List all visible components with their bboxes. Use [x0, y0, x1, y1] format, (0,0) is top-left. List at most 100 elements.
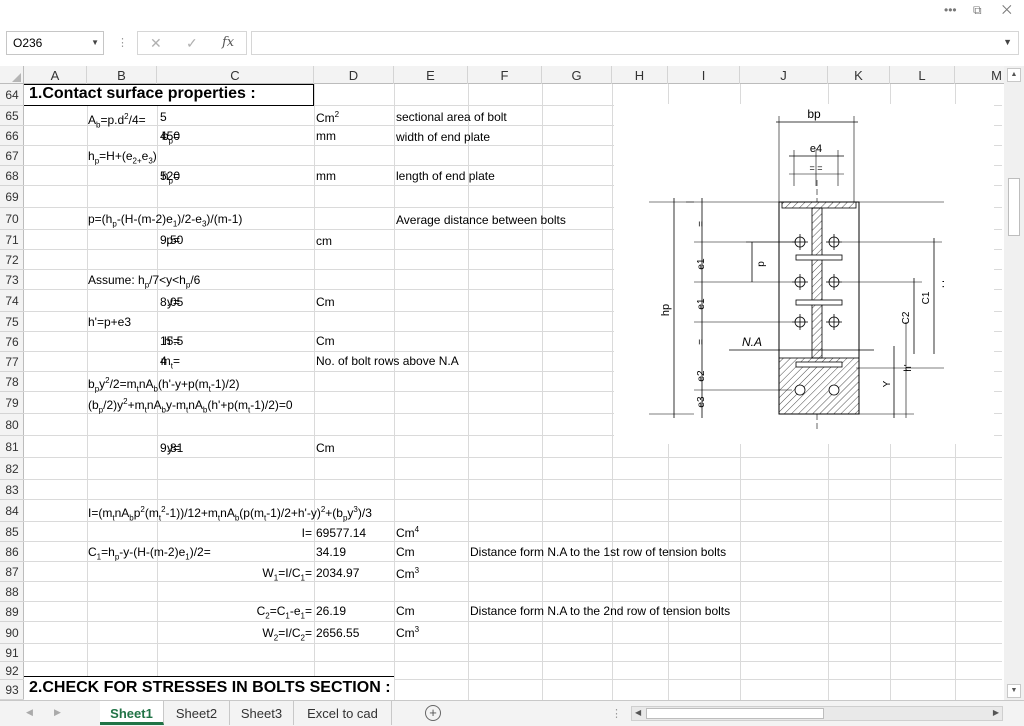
- eq-label: =: [696, 221, 707, 227]
- unit-label: Cm3: [396, 566, 420, 581]
- sheet-tab-bar: ◀ ▶ Sheet1 Sheet2 Sheet3 Excel to cad + …: [0, 700, 1024, 726]
- column-headers: A B C D E F G H I J K L M: [0, 66, 1004, 84]
- insert-function-icon[interactable]: fx: [222, 35, 234, 50]
- vertical-scrollbar[interactable]: ▲ ▼: [1004, 66, 1024, 700]
- tab-sheet3[interactable]: Sheet3: [230, 701, 294, 725]
- cell-value: 9.81: [160, 441, 184, 455]
- description: No. of bolt rows above N.A: [316, 354, 459, 368]
- row-header[interactable]: 76: [0, 332, 24, 352]
- cell-value: 9.50: [160, 233, 184, 247]
- unit-label: Cm3: [396, 625, 420, 640]
- next-sheet-icon[interactable]: ▶: [54, 707, 61, 718]
- tab-split-handle-icon[interactable]: ⋮: [611, 707, 622, 720]
- description: Distance form N.A to the 1st row of tens…: [470, 545, 727, 559]
- name-box-value: O236: [13, 36, 43, 50]
- description: Distance form N.A to the 2nd row of tens…: [470, 604, 731, 618]
- cell-grid[interactable]: 1.Contact surface properties : Ab=p.d2/4…: [24, 84, 1002, 700]
- restore-icon[interactable]: ⧉: [973, 3, 982, 18]
- tab-sheet2[interactable]: Sheet2: [164, 701, 230, 725]
- row-header[interactable]: 91: [0, 644, 24, 662]
- row-header[interactable]: 79: [0, 392, 24, 414]
- row-header[interactable]: 92: [0, 662, 24, 680]
- name-box[interactable]: O236 ▼: [6, 31, 104, 55]
- column-header-k[interactable]: K: [828, 66, 890, 84]
- row-header[interactable]: 67: [0, 146, 24, 166]
- row-header[interactable]: 72: [0, 250, 24, 270]
- prev-sheet-icon[interactable]: ◀: [26, 707, 33, 718]
- hp-label: hp: [660, 304, 672, 316]
- add-sheet-icon[interactable]: +: [425, 705, 441, 721]
- na-label: N.A: [742, 335, 762, 349]
- cancel-icon[interactable]: ✕: [150, 35, 162, 52]
- row-header[interactable]: 71: [0, 230, 24, 250]
- formula-label: hp=H+(e2+e3): [88, 149, 157, 166]
- row-header[interactable]: 82: [0, 458, 24, 480]
- column-header-c[interactable]: C: [157, 66, 314, 84]
- horizontal-scrollbar[interactable]: ◀ ▶: [631, 706, 1003, 721]
- column-header-a[interactable]: A: [24, 66, 87, 84]
- row-header[interactable]: 80: [0, 414, 24, 436]
- column-header-m[interactable]: M: [955, 66, 1004, 84]
- select-all-button[interactable]: [0, 66, 24, 84]
- row-header[interactable]: 66: [0, 126, 24, 146]
- row-header[interactable]: 77: [0, 352, 24, 372]
- row-header[interactable]: 83: [0, 480, 24, 500]
- column-header-b[interactable]: B: [87, 66, 157, 84]
- column-header-d[interactable]: D: [314, 66, 394, 84]
- p-label: p: [756, 261, 767, 267]
- formula-label: h'=p+e3: [88, 315, 132, 329]
- description: length of end plate: [396, 169, 495, 183]
- row-header[interactable]: 75: [0, 312, 24, 332]
- more-options-icon[interactable]: •••: [944, 3, 957, 17]
- row-header[interactable]: 70: [0, 208, 24, 230]
- row-header[interactable]: 73: [0, 270, 24, 290]
- column-header-l[interactable]: L: [890, 66, 955, 84]
- unit-label: Cm4: [396, 525, 420, 540]
- row-header[interactable]: 81: [0, 436, 24, 458]
- tab-excel-to-cad[interactable]: Excel to cad: [294, 701, 392, 725]
- row-header[interactable]: 87: [0, 562, 24, 582]
- scroll-left-icon[interactable]: ◀: [635, 708, 641, 717]
- unit-label: Cm: [316, 295, 335, 309]
- tab-sheet1[interactable]: Sheet1: [100, 701, 164, 725]
- expand-formula-icon[interactable]: ▼: [1003, 37, 1012, 47]
- enter-icon[interactable]: ✓: [186, 35, 198, 52]
- drag-handle-icon[interactable]: ⋮: [117, 36, 128, 49]
- column-header-e[interactable]: E: [394, 66, 468, 84]
- scroll-right-icon[interactable]: ▶: [993, 708, 999, 717]
- e2-label: e2: [696, 370, 707, 382]
- c2-label: C2: [901, 311, 912, 324]
- row-header[interactable]: 90: [0, 622, 24, 644]
- row-header[interactable]: 88: [0, 582, 24, 602]
- column-header-f[interactable]: F: [468, 66, 542, 84]
- cell-value: 450: [160, 129, 181, 143]
- cell-value: 520: [160, 169, 181, 183]
- column-header-g[interactable]: G: [542, 66, 612, 84]
- row-header[interactable]: 93: [0, 680, 24, 700]
- section-title: 1.Contact surface properties :: [29, 85, 256, 102]
- formula-input[interactable]: ▼: [251, 31, 1019, 55]
- horizontal-scroll-thumb[interactable]: [646, 708, 824, 719]
- formula-buttons: ✕ ✓ fx: [137, 31, 247, 55]
- row-header[interactable]: 78: [0, 372, 24, 392]
- row-header[interactable]: 85: [0, 522, 24, 542]
- close-icon[interactable]: ⨉: [1002, 3, 1012, 18]
- vertical-scroll-thumb[interactable]: [1008, 178, 1020, 236]
- section-title: 2.CHECK FOR STRESSES IN BOLTS SECTION :: [29, 679, 391, 696]
- row-header[interactable]: 64: [0, 84, 24, 106]
- row-header[interactable]: 74: [0, 290, 24, 312]
- scroll-up-icon[interactable]: ▲: [1007, 68, 1021, 82]
- column-header-h[interactable]: H: [612, 66, 668, 84]
- column-header-i[interactable]: I: [668, 66, 740, 84]
- row-header[interactable]: 89: [0, 602, 24, 622]
- formula-label: W1=I/C1=: [262, 566, 312, 583]
- column-header-j[interactable]: J: [740, 66, 828, 84]
- row-header[interactable]: 86: [0, 542, 24, 562]
- row-headers: 64 65 66 67 68 69 70 71 72 73 74 75 76 7…: [0, 84, 24, 700]
- row-header[interactable]: 65: [0, 106, 24, 126]
- chevron-down-icon[interactable]: ▼: [91, 38, 99, 47]
- row-header[interactable]: 69: [0, 186, 24, 208]
- row-header[interactable]: 68: [0, 166, 24, 186]
- row-header[interactable]: 84: [0, 500, 24, 522]
- scroll-down-icon[interactable]: ▼: [1007, 684, 1021, 698]
